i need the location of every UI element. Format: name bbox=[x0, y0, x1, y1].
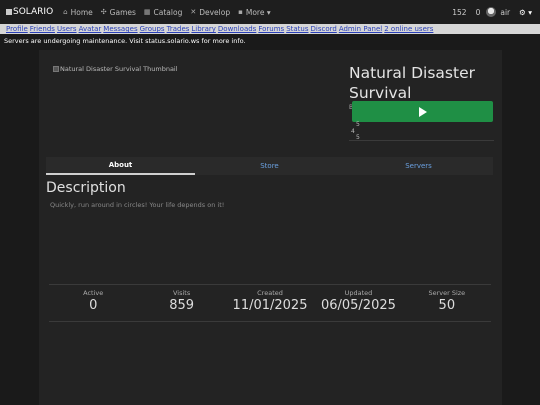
game-tabs: About Store Servers bbox=[46, 157, 493, 175]
nav-catalog[interactable]: ▦ Catalog bbox=[144, 8, 182, 17]
nav-develop-label: Develop bbox=[199, 7, 231, 17]
stat-server-size: Server Size 50 bbox=[403, 285, 491, 321]
link-users[interactable]: Users bbox=[57, 24, 77, 34]
description-heading: Description bbox=[46, 180, 126, 196]
link-groups[interactable]: Groups bbox=[140, 24, 165, 34]
rating-values: 5 4 5 bbox=[351, 121, 360, 142]
game-title: Natural Disaster Survival bbox=[349, 64, 475, 102]
play-button[interactable] bbox=[352, 101, 493, 122]
broken-image-icon bbox=[53, 66, 59, 72]
link-messages[interactable]: Messages bbox=[103, 24, 137, 34]
brand-name: SOLARIO bbox=[13, 7, 54, 17]
stat-label: Created bbox=[257, 289, 283, 297]
link-library[interactable]: Library bbox=[191, 24, 215, 34]
username[interactable]: air bbox=[500, 8, 510, 17]
stat-updated: Updated 06/05/2025 bbox=[314, 285, 402, 321]
tab-store[interactable]: Store bbox=[195, 157, 344, 175]
link-discord[interactable]: Discord bbox=[311, 24, 337, 34]
link-trades[interactable]: Trades bbox=[167, 24, 190, 34]
description-text: Quickly, run around in circles! Your lif… bbox=[50, 201, 225, 209]
currency-secondary[interactable]: 0 bbox=[476, 8, 481, 17]
store-icon: ▦ bbox=[143, 8, 151, 16]
tools-icon: ✕ bbox=[190, 8, 197, 16]
stat-value: 859 bbox=[169, 298, 195, 313]
brand-logo-link[interactable]: SOLARIO bbox=[6, 7, 53, 17]
stat-value: 06/05/2025 bbox=[320, 298, 396, 313]
logo-icon bbox=[6, 9, 12, 15]
tab-servers[interactable]: Servers bbox=[344, 157, 493, 175]
game-stats: Active 0 Visits 859 Created 11/01/2025 U… bbox=[49, 284, 491, 322]
stat-value: 11/01/2025 bbox=[232, 298, 308, 313]
maintenance-banner: Servers are undergoing maintenance. Visi… bbox=[4, 37, 246, 45]
link-admin-panel[interactable]: Admin Panel bbox=[339, 24, 382, 34]
navbar-user-area: 152 0 air ⚙ ▾ bbox=[443, 0, 532, 24]
settings-dropdown[interactable]: ⚙ ▾ bbox=[519, 8, 532, 17]
stat-label: Updated bbox=[344, 289, 373, 297]
currency-primary[interactable]: 152 bbox=[452, 8, 466, 17]
stat-label: Visits bbox=[172, 289, 191, 297]
link-forums[interactable]: Forums bbox=[258, 24, 284, 34]
grid-icon: ▪ bbox=[238, 8, 243, 16]
stat-visits: Visits 859 bbox=[137, 285, 225, 321]
link-online-users[interactable]: 2 online users bbox=[384, 24, 433, 34]
stat-label: Active bbox=[83, 289, 104, 297]
thumbnail-alt-text: Natural Disaster Survival Thumbnail bbox=[60, 65, 178, 73]
nav-more-dropdown[interactable]: ▪ More ▾ bbox=[238, 8, 271, 17]
nav-more-label: More ▾ bbox=[245, 7, 271, 17]
nav-home[interactable]: ⌂ Home bbox=[63, 8, 93, 17]
top-navbar: SOLARIO ⌂ Home ✣ Games ▦ Catalog ✕ Devel… bbox=[0, 0, 540, 24]
stat-label: Server Size bbox=[428, 289, 466, 297]
link-avatar[interactable]: Avatar bbox=[79, 24, 102, 34]
stat-value: 50 bbox=[438, 298, 456, 313]
nav-home-label: Home bbox=[70, 7, 93, 17]
nav-games-label: Games bbox=[109, 7, 136, 17]
gamepad-icon: ✣ bbox=[100, 8, 107, 16]
home-icon: ⌂ bbox=[63, 8, 68, 16]
nav-develop[interactable]: ✕ Develop bbox=[190, 8, 230, 17]
divider bbox=[349, 140, 494, 141]
game-thumbnail: Natural Disaster Survival Thumbnail bbox=[53, 65, 178, 73]
link-friends[interactable]: Friends bbox=[30, 24, 55, 34]
avatar[interactable] bbox=[486, 7, 497, 17]
link-status[interactable]: Status bbox=[286, 24, 308, 34]
play-icon bbox=[418, 106, 427, 117]
link-profile[interactable]: Profile bbox=[6, 24, 28, 34]
secondary-link-bar: Profile Friends Users Avatar Messages Gr… bbox=[0, 24, 540, 34]
nav-catalog-label: Catalog bbox=[153, 7, 183, 17]
stat-value: 0 bbox=[89, 298, 98, 313]
nav-games[interactable]: ✣ Games bbox=[101, 8, 136, 17]
link-downloads[interactable]: Downloads bbox=[218, 24, 256, 34]
stat-created: Created 11/01/2025 bbox=[226, 285, 314, 321]
tab-about[interactable]: About bbox=[46, 157, 195, 175]
stat-active: Active 0 bbox=[49, 285, 137, 321]
